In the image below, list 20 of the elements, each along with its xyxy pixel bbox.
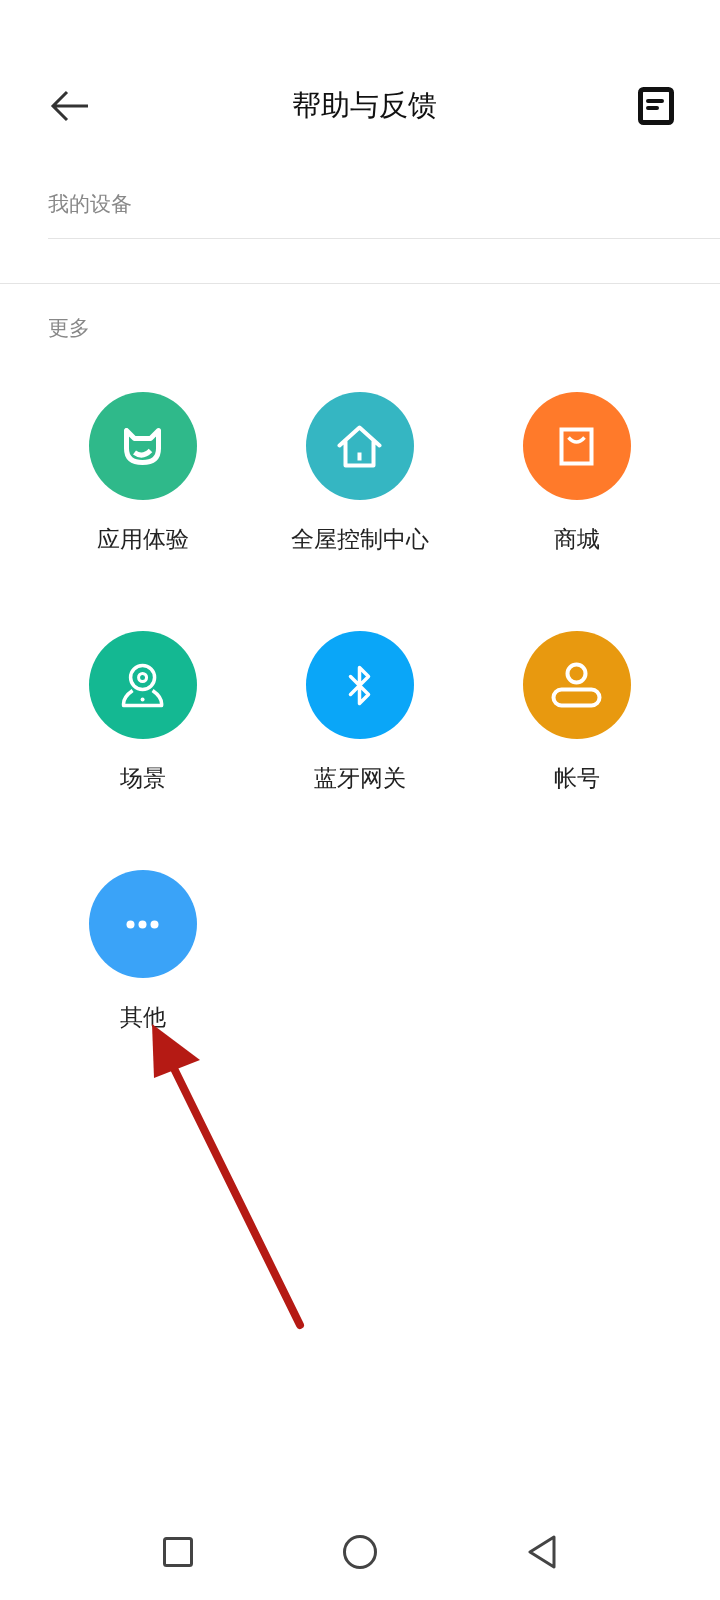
item-label: 应用体验 <box>96 525 189 554</box>
item-label: 帐号 <box>553 764 600 793</box>
item-label: 场景 <box>119 764 166 793</box>
item-label: 其他 <box>119 1003 166 1032</box>
item-label: 商城 <box>553 525 600 554</box>
square-icon[interactable] <box>163 1537 193 1567</box>
house-icon <box>337 424 382 468</box>
section-label: 我的设备 <box>47 191 133 218</box>
section-label: 更多 <box>47 315 91 342</box>
camera-icon <box>120 662 165 708</box>
person-icon <box>551 662 602 708</box>
page-title: 帮助与反馈 <box>291 87 437 124</box>
circle-icon[interactable] <box>343 1535 377 1569</box>
bag-icon <box>559 426 594 466</box>
item-label: 全屋控制中心 <box>290 525 429 554</box>
triangle-icon[interactable] <box>527 1535 557 1569</box>
document-icon[interactable] <box>638 87 674 125</box>
item-label: 蓝牙网关 <box>313 764 406 793</box>
bluetooth-icon <box>348 664 371 706</box>
back-icon[interactable] <box>50 90 90 122</box>
